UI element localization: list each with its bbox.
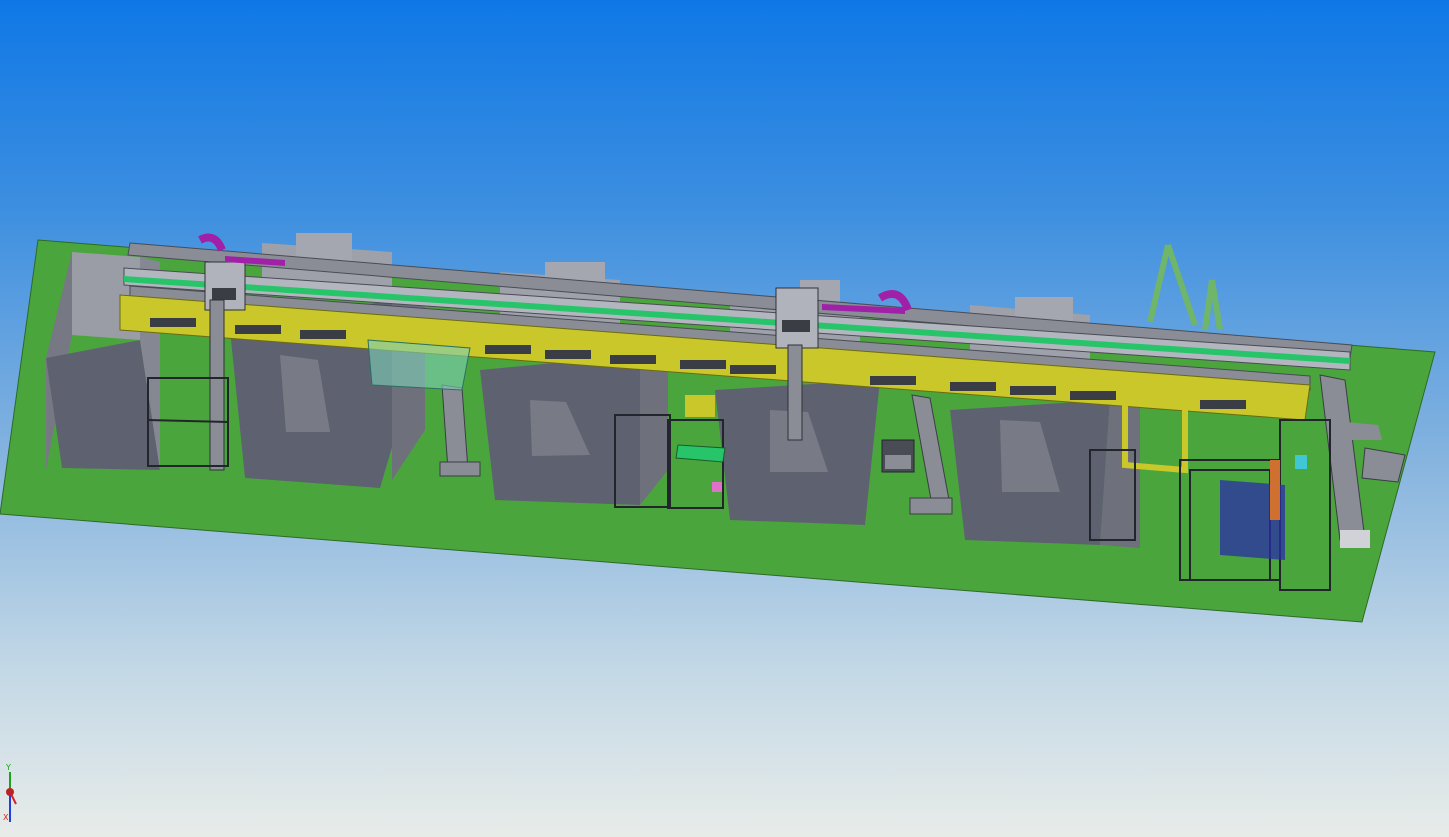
axis-triad: Y X: [0, 760, 30, 837]
tower-support[interactable]: [1147, 244, 1223, 331]
cad-viewport[interactable]: Y X: [0, 0, 1449, 837]
triad-origin: [6, 788, 14, 796]
axis-triad-graphic: Y X: [3, 763, 17, 822]
assembly-model[interactable]: [0, 0, 1449, 837]
y-axis-label: Y: [5, 763, 11, 772]
x-axis-label: X: [3, 813, 9, 822]
